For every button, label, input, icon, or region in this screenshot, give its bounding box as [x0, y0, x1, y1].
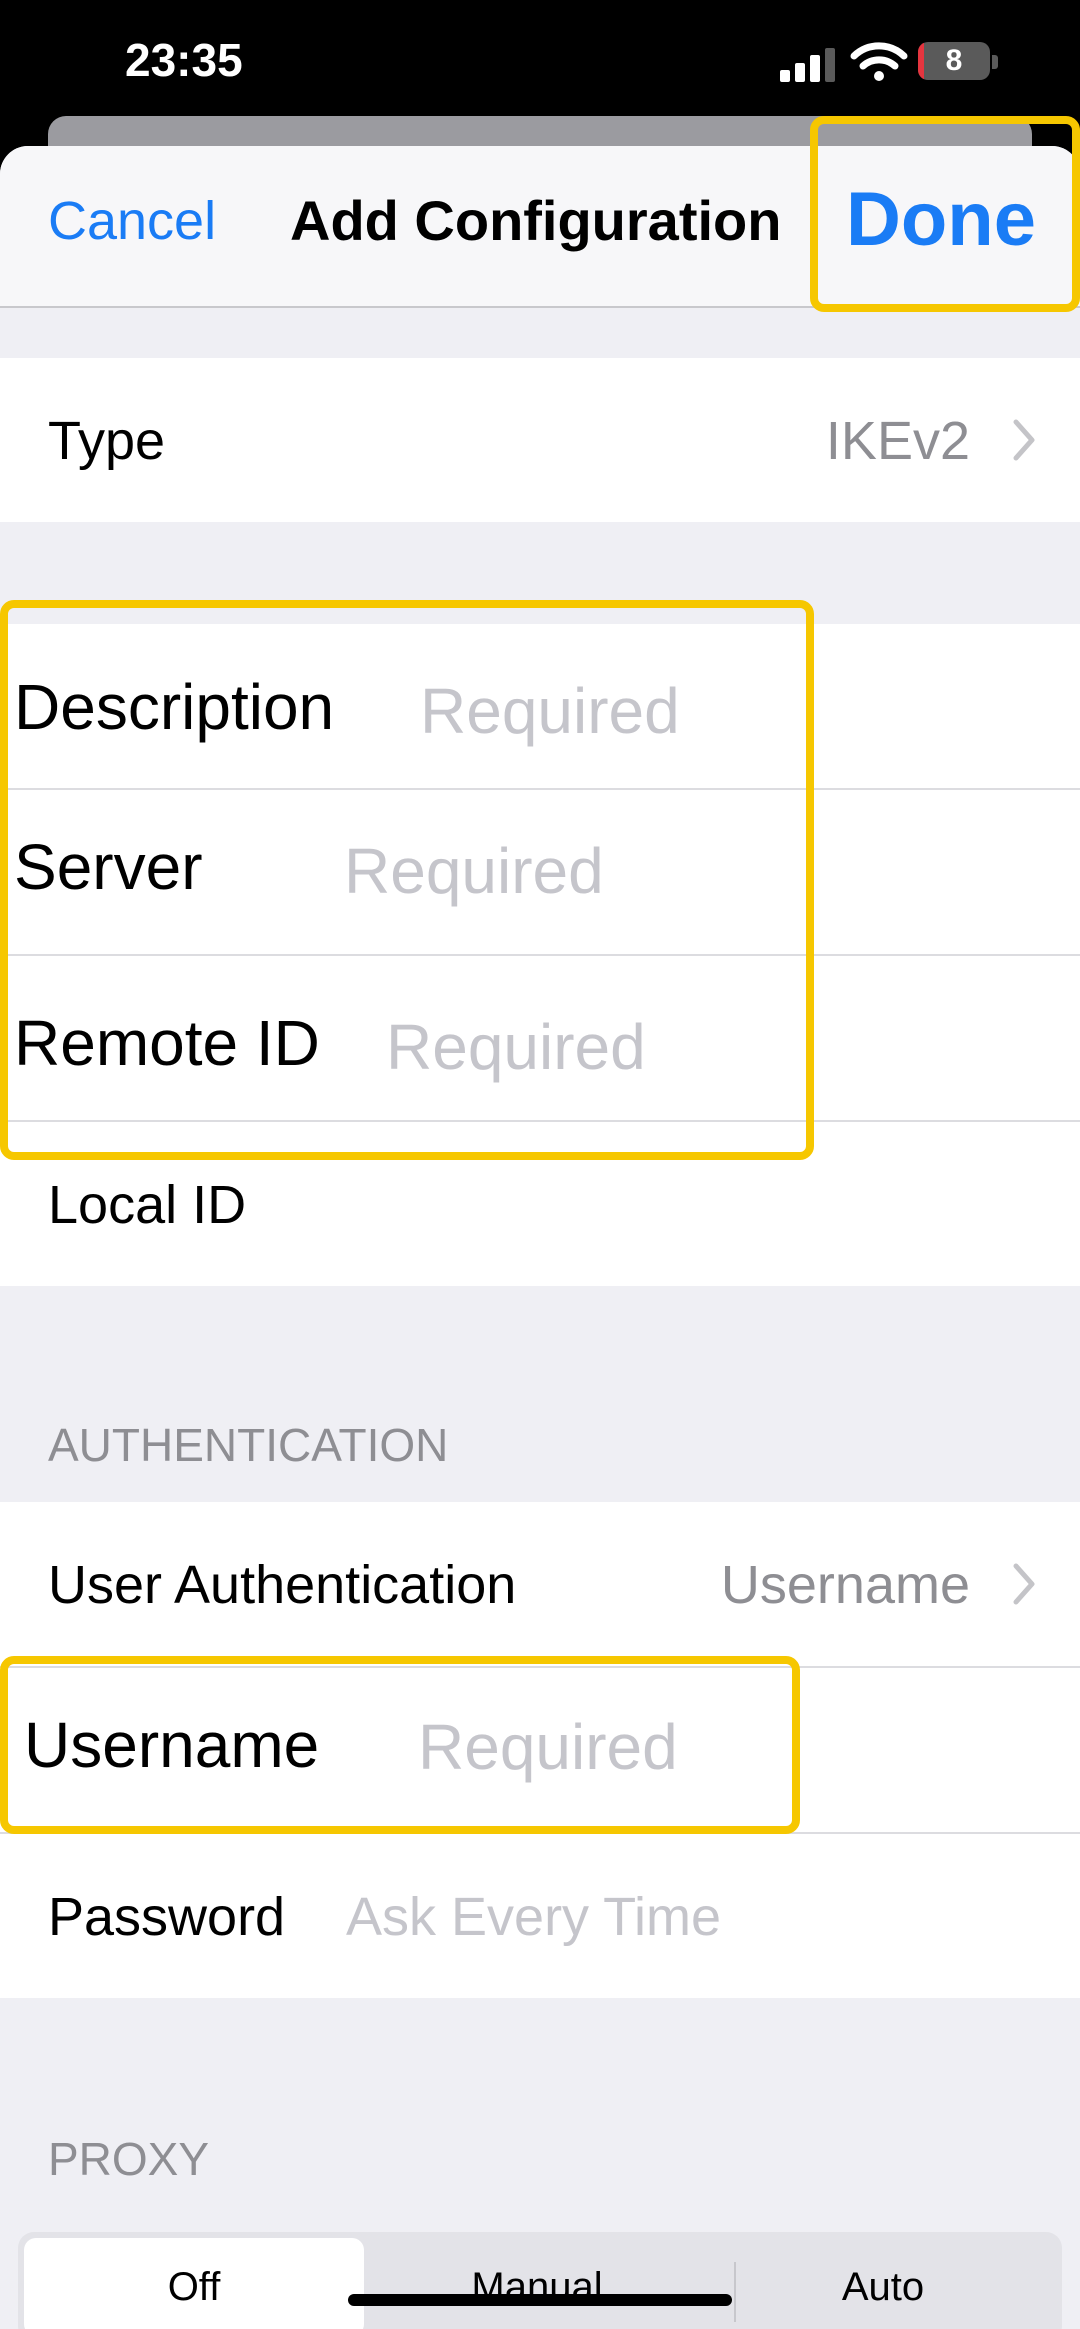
- username-highlight: [0, 1656, 800, 1834]
- type-row[interactable]: Type IKEv2: [0, 358, 1080, 522]
- user-authentication-row[interactable]: User Authentication Username: [0, 1502, 1080, 1666]
- authentication-section-header: AUTHENTICATION: [48, 1419, 449, 1471]
- status-bar: 23:35 8: [0, 0, 1080, 120]
- cancel-button[interactable]: Cancel: [48, 190, 216, 252]
- page-title: Add Configuration: [290, 189, 782, 252]
- cellular-signal-icon: [780, 48, 835, 82]
- fields-highlight: [0, 600, 814, 1160]
- add-configuration-sheet: Cancel Add Configuration Done Type IKEv2…: [0, 146, 1080, 2329]
- chevron-right-icon: [1013, 1563, 1035, 1605]
- type-value: IKEv2: [825, 411, 970, 471]
- password-label: Password: [48, 1887, 286, 1947]
- battery-percentage: 8: [945, 44, 963, 77]
- wifi-icon: [850, 42, 908, 81]
- user-authentication-value: Username: [720, 1555, 970, 1615]
- type-label: Type: [48, 411, 166, 471]
- chevron-right-icon: [1013, 419, 1035, 461]
- proxy-section-header: PROXY: [48, 2133, 210, 2185]
- status-time: 23:35: [125, 34, 243, 86]
- user-authentication-label: User Authentication: [48, 1555, 517, 1615]
- proxy-segmented-control[interactable]: Off Manual Auto: [18, 2232, 1062, 2329]
- password-row[interactable]: Password Ask Every Time: [0, 1834, 1080, 1998]
- password-field[interactable]: Ask Every Time: [346, 1886, 721, 1948]
- battery-icon: 8: [918, 42, 998, 82]
- proxy-option-manual[interactable]: Manual: [364, 2238, 710, 2329]
- proxy-option-auto[interactable]: Auto: [710, 2238, 1056, 2329]
- done-highlight: [810, 116, 1080, 312]
- home-indicator: [348, 2294, 732, 2306]
- local-id-label: Local ID: [48, 1175, 247, 1235]
- proxy-option-off[interactable]: Off: [24, 2238, 364, 2329]
